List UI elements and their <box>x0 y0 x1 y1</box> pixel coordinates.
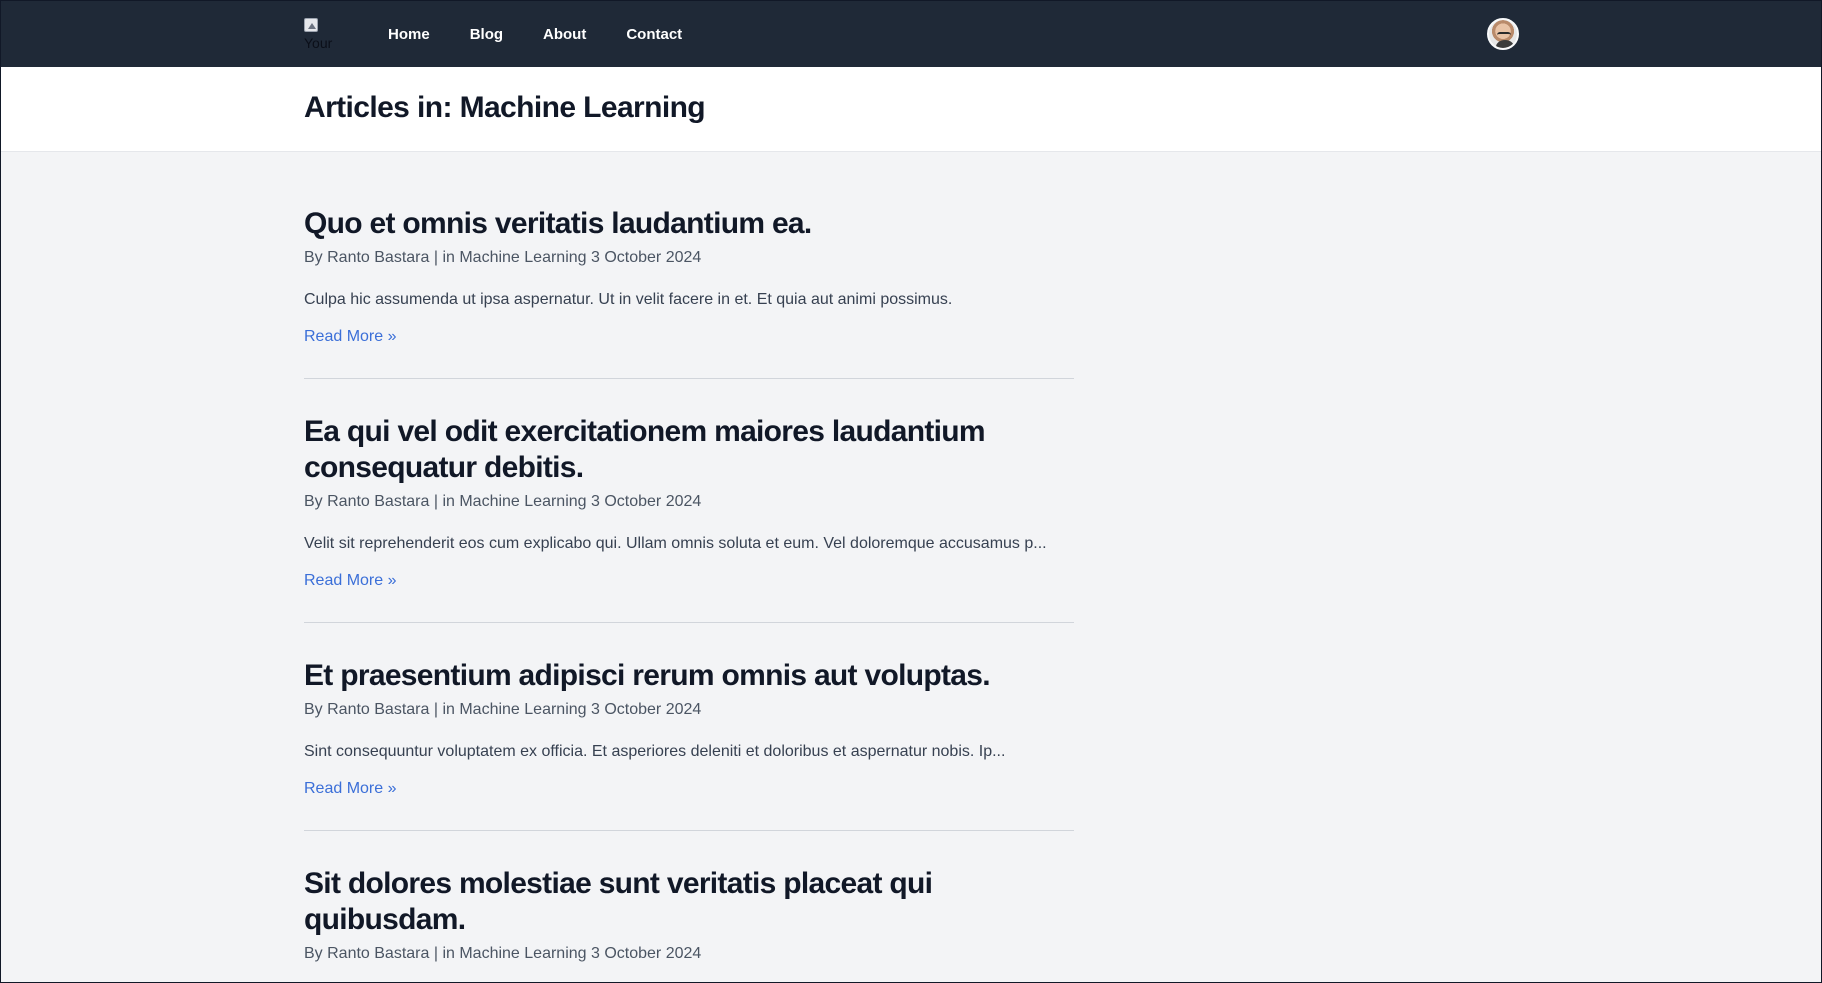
article-list: Quo et omnis veritatis laudantium ea. By… <box>304 206 1074 982</box>
site-logo[interactable]: Your <box>304 18 338 52</box>
article-title[interactable]: Et praesentium adipisci rerum omnis aut … <box>304 658 1074 694</box>
broken-image-icon <box>304 18 318 32</box>
article-card: Ea qui vel odit exercitationem maiores l… <box>304 414 1074 623</box>
logo-alt-text: Your <box>304 35 333 51</box>
nav-link-contact[interactable]: Contact <box>626 26 682 43</box>
read-more-link[interactable]: Read More » <box>304 328 397 346</box>
article-meta: By Ranto Bastara | in Machine Learning 3… <box>304 493 702 510</box>
read-more-link[interactable]: Read More » <box>304 780 397 798</box>
nav-links: Home Blog About Contact <box>388 26 722 43</box>
article-meta: By Ranto Bastara | in Machine Learning 3… <box>304 945 702 962</box>
page-title: Articles in: Machine Learning <box>304 91 706 124</box>
article-excerpt: Velit sit reprehenderit eos cum explicab… <box>304 535 1047 552</box>
top-navbar: Your Home Blog About Contact <box>1 1 1821 67</box>
article-meta: By Ranto Bastara | in Machine Learning 3… <box>304 249 702 266</box>
read-more-link[interactable]: Read More » <box>304 572 397 590</box>
user-avatar[interactable] <box>1487 18 1519 50</box>
nav-link-blog[interactable]: Blog <box>470 26 503 43</box>
article-card: Sit dolores molestiae sunt veritatis pla… <box>304 866 1074 982</box>
article-title[interactable]: Ea qui vel odit exercitationem maiores l… <box>304 414 1074 486</box>
article-title[interactable]: Quo et omnis veritatis laudantium ea. <box>304 206 1074 242</box>
navbar-inner: Your Home Blog About Contact <box>304 1 1519 67</box>
nav-link-about[interactable]: About <box>543 26 586 43</box>
article-card: Et praesentium adipisci rerum omnis aut … <box>304 658 1074 831</box>
article-meta: By Ranto Bastara | in Machine Learning 3… <box>304 701 702 718</box>
page-header: Articles in: Machine Learning <box>1 67 1821 152</box>
browser-viewport: Your Home Blog About Contact Articles in… <box>0 0 1822 983</box>
article-title[interactable]: Sit dolores molestiae sunt veritatis pla… <box>304 866 1074 938</box>
article-card: Quo et omnis veritatis laudantium ea. By… <box>304 206 1074 379</box>
article-excerpt: Culpa hic assumenda ut ipsa aspernatur. … <box>304 291 953 308</box>
nav-link-home[interactable]: Home <box>388 26 430 43</box>
article-excerpt: Sint consequuntur voluptatem ex officia.… <box>304 743 1006 760</box>
